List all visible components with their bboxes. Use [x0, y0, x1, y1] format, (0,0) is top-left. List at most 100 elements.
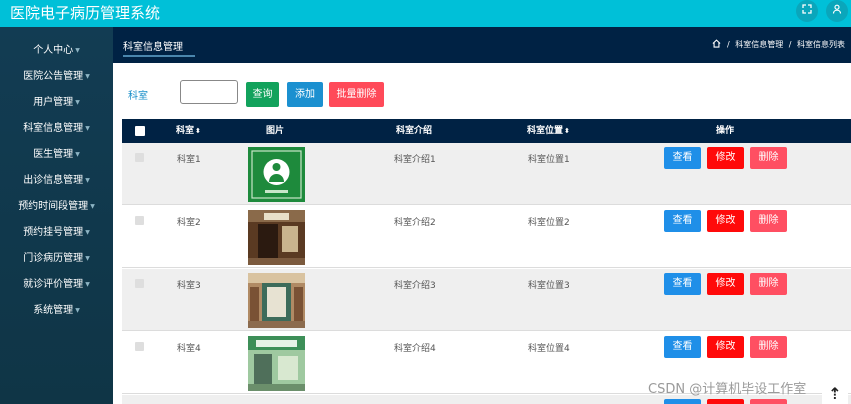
- cell-dept: 科室4: [177, 344, 201, 354]
- table-header: 科室⬍ 图片 科室介绍 科室位置⬍ 操作: [122, 119, 851, 143]
- sidebar-item-time-slots[interactable]: 预约时间段管理 ▼: [0, 197, 113, 217]
- sidebar-item-departments[interactable]: 科室信息管理 ▼: [0, 119, 113, 139]
- column-header-actions: 操作: [716, 126, 735, 136]
- sort-icon: ⬍: [195, 127, 201, 135]
- table-row: 科室1 科室介绍1 科室位置1 查看 修改 删除: [122, 143, 851, 205]
- content-header: 科室信息管理 / 科室信息管理 / 科室信息列表: [113, 27, 851, 63]
- view-button[interactable]: 查看: [664, 273, 701, 295]
- breadcrumb-item[interactable]: 科室信息管理: [735, 40, 783, 49]
- delete-button[interactable]: 删除: [750, 273, 787, 295]
- search-input[interactable]: [180, 80, 238, 104]
- edit-button[interactable]: 修改: [707, 147, 744, 169]
- sidebar-item-label: 就诊评价管理: [23, 279, 84, 290]
- sidebar-item-label: 用户管理: [33, 97, 74, 108]
- edit-button[interactable]: 修改: [707, 336, 744, 358]
- breadcrumb: / 科室信息管理 / 科室信息列表: [712, 39, 845, 50]
- cell-dept: 科室2: [177, 218, 201, 228]
- query-button[interactable]: 查询: [246, 82, 279, 107]
- sidebar-item-label: 科室信息管理: [23, 123, 84, 134]
- cell-intro: 科室介绍3: [394, 281, 436, 291]
- cell-dept: 科室3: [177, 281, 201, 291]
- sidebar-item-label: 医生管理: [33, 149, 74, 160]
- breadcrumb-separator: /: [788, 40, 792, 49]
- chevron-down-icon: ▼: [75, 307, 80, 314]
- cell-intro: 科室介绍4: [394, 344, 436, 354]
- chevron-down-icon: ▼: [85, 229, 90, 236]
- column-header-dept[interactable]: 科室⬍: [176, 119, 201, 143]
- dept-image: [248, 273, 305, 328]
- chevron-down-icon: ▼: [85, 73, 90, 80]
- chevron-down-icon: ▼: [75, 47, 80, 54]
- view-button[interactable]: 查看: [664, 147, 701, 169]
- sidebar-item-label: 门诊病历管理: [23, 253, 84, 264]
- chevron-down-icon: ▼: [75, 151, 80, 158]
- sidebar-item-label: 个人中心: [33, 45, 74, 56]
- sidebar-item-medical-records[interactable]: 门诊病历管理 ▼: [0, 249, 113, 269]
- delete-button[interactable]: 删除: [750, 210, 787, 232]
- sidebar-item-personal-center[interactable]: 个人中心 ▼: [0, 41, 113, 61]
- breadcrumb-separator: /: [726, 40, 730, 49]
- sidebar-item-label: 医院公告管理: [23, 71, 84, 82]
- cell-intro: 科室介绍1: [394, 155, 436, 165]
- user-icon[interactable]: [826, 0, 848, 22]
- sidebar-item-doctors[interactable]: 医生管理 ▼: [0, 145, 113, 165]
- delete-button[interactable]: 删除: [750, 147, 787, 169]
- app-title: 医院电子病历管理系统: [10, 4, 161, 22]
- column-header-image: 图片: [266, 126, 285, 136]
- chevron-down-icon: ▼: [90, 203, 95, 210]
- select-all-checkbox[interactable]: [135, 126, 145, 136]
- view-button[interactable]: [664, 399, 701, 404]
- row-checkbox[interactable]: [135, 342, 144, 351]
- home-icon[interactable]: [712, 39, 721, 50]
- row-checkbox[interactable]: [135, 279, 144, 288]
- top-bar: 医院电子病历管理系统: [0, 0, 851, 27]
- view-button[interactable]: 查看: [664, 210, 701, 232]
- column-header-location[interactable]: 科室位置⬍: [527, 119, 570, 143]
- cell-intro: 科室介绍2: [394, 218, 436, 228]
- sidebar: 个人中心 ▼ 医院公告管理 ▼ 用户管理 ▼ 科室信息管理 ▼ 医生管理 ▼ 出诊信息管理…: [0, 27, 113, 404]
- tab-department-management[interactable]: 科室信息管理: [123, 38, 183, 53]
- chevron-down-icon: ▼: [85, 177, 90, 184]
- sidebar-item-users[interactable]: 用户管理 ▼: [0, 93, 113, 113]
- sidebar-item-reviews[interactable]: 就诊评价管理 ▼: [0, 275, 113, 295]
- scroll-to-top-icon[interactable]: ⇡: [822, 384, 848, 404]
- view-button[interactable]: 查看: [664, 336, 701, 358]
- dept-image: [248, 336, 305, 391]
- add-button[interactable]: 添加: [287, 82, 323, 107]
- sidebar-item-label: 出诊信息管理: [23, 175, 84, 186]
- sidebar-item-label: 系统管理: [33, 305, 74, 316]
- sidebar-item-schedules[interactable]: 出诊信息管理 ▼: [0, 171, 113, 191]
- cell-location: 科室位置3: [528, 281, 570, 291]
- delete-button[interactable]: 删除: [750, 336, 787, 358]
- cell-location: 科室位置1: [528, 155, 570, 165]
- fullscreen-icon[interactable]: [796, 0, 818, 22]
- breadcrumb-item: 科室信息列表: [797, 40, 845, 49]
- sidebar-item-label: 预约挂号管理: [23, 227, 84, 238]
- watermark: CSDN @计算机毕设工作室: [648, 382, 807, 397]
- dept-image: [248, 210, 305, 265]
- column-header-intro: 科室介绍: [396, 126, 433, 136]
- cell-location: 科室位置4: [528, 344, 570, 354]
- chevron-down-icon: ▼: [85, 255, 90, 262]
- edit-button[interactable]: 修改: [707, 210, 744, 232]
- dept-image: [248, 147, 305, 202]
- sidebar-item-appointments[interactable]: 预约挂号管理 ▼: [0, 223, 113, 243]
- search-label: 科室: [128, 91, 148, 102]
- batch-delete-button[interactable]: 批量删除: [329, 82, 384, 107]
- chevron-down-icon: ▼: [75, 99, 80, 106]
- active-tab-indicator: [123, 55, 195, 57]
- cell-dept: 科室1: [177, 155, 201, 165]
- edit-button[interactable]: [707, 399, 744, 404]
- sort-icon: ⬍: [564, 127, 570, 135]
- chevron-down-icon: ▼: [85, 281, 90, 288]
- row-checkbox[interactable]: [135, 153, 144, 162]
- sidebar-item-system[interactable]: 系统管理 ▼: [0, 301, 113, 321]
- sidebar-item-label: 预约时间段管理: [18, 201, 89, 212]
- cell-location: 科室位置2: [528, 218, 570, 228]
- row-checkbox[interactable]: [135, 216, 144, 225]
- edit-button[interactable]: 修改: [707, 273, 744, 295]
- delete-button[interactable]: [750, 399, 787, 404]
- sidebar-item-announcements[interactable]: 医院公告管理 ▼: [0, 67, 113, 87]
- table-row: 科室3 科室介绍3 科室位置3 查看 修改 删除: [122, 269, 851, 331]
- table-row: 科室2 科室介绍2 科室位置2 查看 修改 删除: [122, 206, 851, 268]
